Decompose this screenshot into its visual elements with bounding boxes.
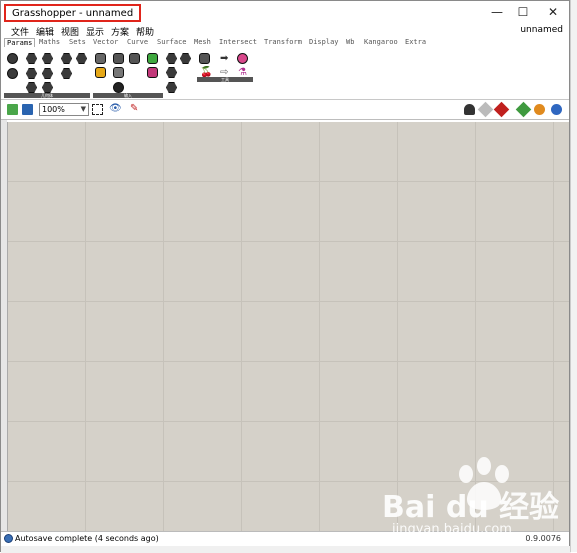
canvas-toolbar: 100% ▼ 👁 ✎ — [1, 100, 569, 120]
ribbon-group-input: 输入 — [93, 50, 163, 98]
status-text: Autosave complete (4 seconds ago) — [15, 534, 159, 543]
surface-param-icon[interactable] — [61, 68, 72, 79]
button-icon[interactable] — [113, 67, 124, 78]
knob-icon[interactable] — [113, 82, 124, 93]
cluster-icon[interactable] — [166, 53, 177, 64]
tab-display[interactable]: Display — [309, 38, 339, 46]
unknown-param-icon[interactable] — [166, 82, 177, 93]
background-window-edge — [570, 0, 577, 552]
vector-param-icon[interactable] — [42, 53, 53, 64]
tab-surface[interactable]: Surface — [157, 38, 187, 46]
maximize-button[interactable]: ☐ — [512, 4, 534, 20]
point-param-icon[interactable] — [26, 53, 37, 64]
slider-icon[interactable] — [147, 53, 158, 64]
version-label: 0.9.0076 — [525, 534, 561, 543]
grasshopper-window: Grasshopper - unnamed — ☐ ✕ 文件 编辑 视图 显示 … — [0, 0, 571, 553]
gradient-icon[interactable] — [237, 53, 248, 64]
color-swatch-icon[interactable] — [147, 67, 158, 78]
jump-icon[interactable] — [199, 53, 210, 64]
line-param-icon[interactable] — [26, 68, 37, 79]
close-button[interactable]: ✕ — [542, 4, 564, 20]
tab-transform[interactable]: Transform — [264, 38, 302, 46]
ribbon-group-geometry: 几何体 — [4, 50, 90, 98]
arc-param-icon[interactable] — [76, 53, 87, 64]
tab-sets[interactable]: Sets — [69, 38, 86, 46]
plane-param-icon[interactable] — [42, 68, 53, 79]
minimize-button[interactable]: — — [486, 4, 508, 20]
tab-vector[interactable]: Vector — [93, 38, 118, 46]
shaded-icon[interactable] — [493, 101, 510, 118]
arrow-right-icon[interactable]: ➡ — [219, 53, 230, 64]
selection-icon[interactable] — [92, 104, 103, 115]
document-name: unnamed — [520, 25, 563, 35]
eye-icon[interactable]: 👁 — [109, 104, 122, 115]
chevron-down-icon: ▼ — [80, 105, 86, 113]
info-icon — [4, 534, 13, 543]
curve-param-icon[interactable] — [7, 68, 18, 79]
title-bar: Grasshopper - unnamed — ☐ ✕ — [1, 1, 569, 25]
tab-extra[interactable]: Extra — [405, 38, 426, 46]
component-tabs: Params Maths Sets Vector Curve Surface M… — [1, 37, 569, 48]
ribbon-group-tools: ➡ 🍒 ⇨ ⚗ 工具 — [197, 50, 253, 98]
tab-kangaroo[interactable]: Kangaroo — [364, 38, 398, 46]
zoom-value: 100% — [42, 105, 65, 114]
ribbon-group-label: 几何体 — [4, 93, 90, 98]
tab-params[interactable]: Params — [4, 38, 36, 47]
brep-param-icon[interactable] — [26, 82, 37, 93]
relay-icon[interactable] — [166, 67, 177, 78]
data-icon[interactable] — [180, 53, 191, 64]
document-preview-icon[interactable] — [551, 104, 562, 115]
tab-curve[interactable]: Curve — [127, 38, 148, 46]
list-icon[interactable] — [113, 53, 124, 64]
status-bar: Autosave complete (4 seconds ago) 0.9.00… — [1, 531, 569, 545]
boolean-toggle-icon[interactable] — [95, 67, 106, 78]
window-title: Grasshopper - unnamed — [4, 4, 142, 22]
ribbon-group-label: 工具 — [197, 77, 253, 82]
grasshopper-canvas[interactable] — [7, 122, 569, 531]
tab-intersect[interactable]: Intersect — [219, 38, 257, 46]
tab-mesh[interactable]: Mesh — [194, 38, 211, 46]
value-list-icon[interactable] — [129, 53, 140, 64]
save-file-icon[interactable] — [22, 104, 33, 115]
preview-mode-icon[interactable] — [464, 104, 475, 115]
ribbon-group-util — [164, 50, 194, 98]
sketch-pen-icon[interactable]: ✎ — [130, 104, 141, 115]
tab-wb[interactable]: Wb — [346, 38, 354, 46]
panel-icon[interactable] — [95, 53, 106, 64]
tab-maths[interactable]: Maths — [39, 38, 60, 46]
geometry-param-icon[interactable] — [7, 53, 18, 64]
component-ribbon: 几何体 输入 ➡ 🍒 ⇨ ⚗ 工具 — [1, 48, 569, 100]
circle-param-icon[interactable] — [61, 53, 72, 64]
open-file-icon[interactable] — [7, 104, 18, 115]
mesh-param-icon[interactable] — [42, 82, 53, 93]
wireframe-icon[interactable] — [477, 101, 494, 118]
menu-bar: 文件 编辑 视图 显示 方案 帮助 unnamed — [1, 25, 569, 38]
selected-only-icon[interactable] — [515, 101, 532, 118]
zoom-combobox[interactable]: 100% ▼ — [39, 103, 89, 116]
material-icon[interactable] — [534, 104, 545, 115]
ribbon-group-label: 输入 — [93, 93, 163, 98]
